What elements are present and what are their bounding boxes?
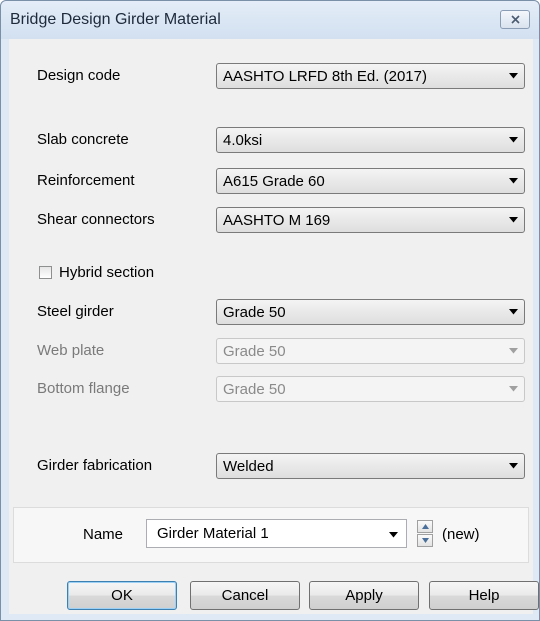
chevron-down-icon [509,463,518,469]
slab-concrete-dropdown[interactable]: 4.0ksi [216,127,525,153]
bottom-flange-value: Grade 50 [223,381,286,398]
bottom-flange-label: Bottom flange [37,380,130,397]
web-plate-dropdown: Grade 50 [216,338,525,364]
dialog-body: Design code AASHTO LRFD 8th Ed. (2017) S… [9,39,539,614]
reinforcement-value: A615 Grade 60 [223,173,325,190]
girder-fabrication-label: Girder fabrication [37,457,153,474]
chevron-down-icon [509,348,518,354]
close-x-icon [511,15,520,24]
slab-concrete-value: 4.0ksi [223,132,263,149]
hybrid-section-checkbox[interactable] [39,266,52,279]
chevron-down-icon [509,178,518,184]
chevron-down-icon [389,532,398,538]
ok-button[interactable]: OK [67,581,177,610]
spin-up-button[interactable] [417,520,433,533]
name-value: Girder Material 1 [157,525,269,542]
arrow-down-icon [422,538,429,543]
chevron-down-icon [509,217,518,223]
slab-concrete-label: Slab concrete [37,131,129,148]
help-button[interactable]: Help [429,581,539,610]
web-plate-label: Web plate [37,342,105,359]
girder-fabrication-dropdown[interactable]: Welded [216,453,525,479]
design-code-dropdown[interactable]: AASHTO LRFD 8th Ed. (2017) [216,63,525,89]
dialog-window: Bridge Design Girder Material Design cod… [0,0,540,621]
name-panel: Name Girder Material 1 (new) [13,507,529,563]
reinforcement-label: Reinforcement [37,172,135,189]
shear-connectors-label: Shear connectors [37,211,155,228]
reinforcement-dropdown[interactable]: A615 Grade 60 [216,168,525,194]
name-spinner [417,520,433,547]
chevron-down-icon [509,386,518,392]
name-combobox[interactable]: Girder Material 1 [146,519,407,548]
web-plate-value: Grade 50 [223,343,286,360]
arrow-up-icon [422,524,429,529]
name-status: (new) [442,526,480,543]
title-bar[interactable]: Bridge Design Girder Material [1,1,539,39]
chevron-down-icon [509,137,518,143]
chevron-down-icon [509,309,518,315]
window-title: Bridge Design Girder Material [10,11,221,28]
hybrid-section-label[interactable]: Hybrid section [59,264,154,281]
close-button[interactable] [500,10,530,29]
name-label: Name [83,526,124,543]
spin-down-button[interactable] [417,534,433,547]
steel-girder-value: Grade 50 [223,304,286,321]
chevron-down-icon [509,73,518,79]
apply-button[interactable]: Apply [309,581,419,610]
design-code-value: AASHTO LRFD 8th Ed. (2017) [223,68,427,85]
shear-connectors-value: AASHTO M 169 [223,212,331,229]
design-code-label: Design code [37,67,121,84]
cancel-button[interactable]: Cancel [190,581,300,610]
bottom-flange-dropdown: Grade 50 [216,376,525,402]
steel-girder-dropdown[interactable]: Grade 50 [216,299,525,325]
girder-fabrication-value: Welded [223,458,274,475]
shear-connectors-dropdown[interactable]: AASHTO M 169 [216,207,525,233]
steel-girder-label: Steel girder [37,303,114,320]
